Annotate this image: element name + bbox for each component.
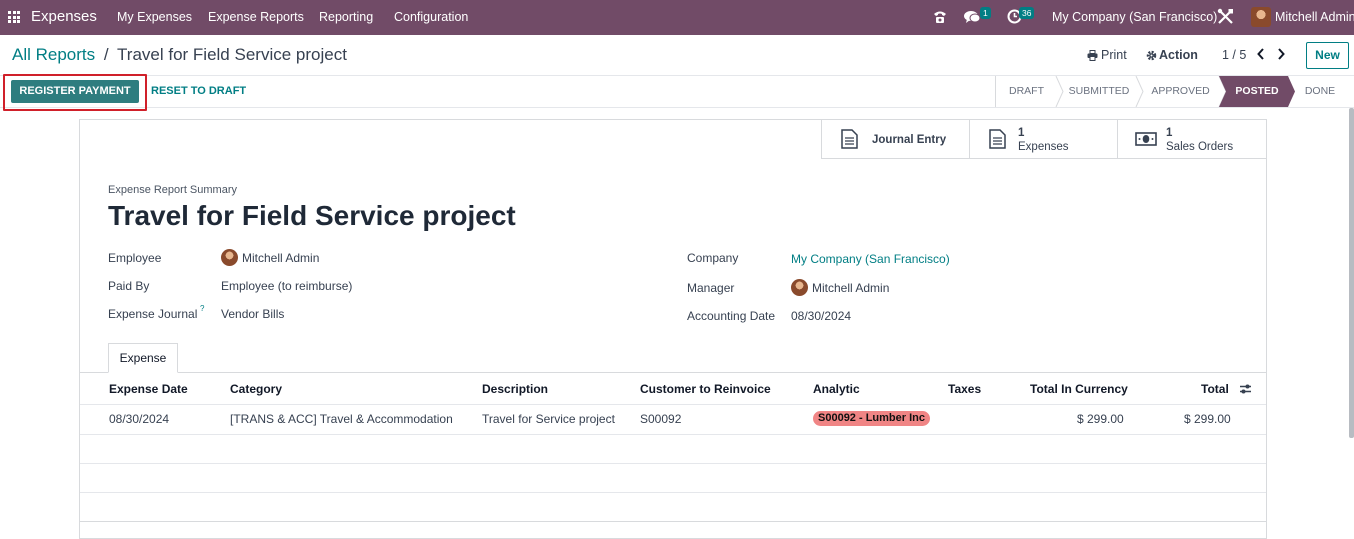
col-customer-to-reinvoice[interactable]: Customer to Reinvoice [640, 382, 771, 396]
journal-help-icon[interactable]: ? [200, 304, 204, 313]
manager-label: Manager [687, 281, 735, 295]
chevron-left-icon[interactable] [1256, 48, 1266, 60]
table-footer-divider [80, 521, 1266, 522]
report-title[interactable]: Travel for Field Service project [108, 200, 516, 232]
col-category[interactable]: Category [230, 382, 282, 396]
row-divider [80, 492, 1266, 493]
breadcrumb-current: Travel for Field Service project [117, 45, 347, 64]
money-icon [1135, 132, 1157, 146]
expense-document-icon [989, 129, 1006, 149]
cell-customer: S00092 [640, 412, 682, 426]
chevron-right-icon[interactable] [1276, 48, 1286, 60]
pager-value[interactable]: 1 / 5 [1222, 48, 1246, 62]
document-icon [841, 129, 858, 149]
sales-orders-smart-button[interactable]: 1 Sales Orders [1117, 120, 1266, 159]
tab-expense[interactable]: Expense [108, 343, 178, 373]
employee-label: Employee [108, 251, 162, 265]
activities-count-badge: 36 [1019, 7, 1035, 19]
stage-submitted[interactable]: SUBMITTED [1063, 76, 1135, 107]
company-label: Company [687, 251, 739, 265]
action-button[interactable]: Action [1159, 48, 1198, 62]
expenses-count: 1 [1018, 127, 1025, 139]
col-total[interactable]: Total [1201, 382, 1229, 396]
register-payment-button[interactable]: REGISTER PAYMENT [11, 80, 139, 103]
menu-my-expenses[interactable]: My Expenses [117, 10, 192, 24]
col-analytic[interactable]: Analytic [813, 382, 860, 396]
user-menu[interactable]: Mitchell Admin [1275, 10, 1354, 24]
top-navbar: Expenses My Expenses Expense Reports Rep… [0, 0, 1354, 35]
company-field[interactable]: My Company (San Francisco) [791, 252, 950, 266]
gear-icon [1146, 50, 1157, 61]
row-divider [80, 434, 1266, 435]
accounting-date-label: Accounting Date [687, 309, 776, 323]
breadcrumb: All Reports / Travel for Field Service p… [12, 45, 347, 65]
stage-posted[interactable]: POSTED [1226, 76, 1288, 107]
stage-approved[interactable]: APPROVED [1143, 76, 1218, 107]
employee-field[interactable]: Mitchell Admin [242, 251, 319, 265]
print-icon [1087, 50, 1098, 61]
accounting-date-field[interactable]: 08/30/2024 [791, 309, 851, 323]
journal-entry-smart-button[interactable]: Journal Entry [821, 120, 970, 159]
expenses-label: Expenses [1018, 141, 1069, 153]
breadcrumb-separator: / [103, 45, 109, 64]
new-button[interactable]: New [1306, 42, 1349, 69]
col-expense-date[interactable]: Expense Date [109, 382, 188, 396]
cell-total: $ 299.00 [1184, 412, 1231, 426]
stage-draft[interactable]: DRAFT [999, 76, 1054, 107]
debug-tools-icon[interactable] [1217, 8, 1234, 25]
app-name[interactable]: Expenses [31, 8, 97, 25]
apps-menu-icon[interactable] [8, 11, 20, 23]
col-total-in-currency[interactable]: Total In Currency [1030, 382, 1128, 396]
stage-done[interactable]: DONE [1295, 76, 1345, 107]
company-switcher[interactable]: My Company (San Francisco) [1052, 10, 1217, 24]
page-scrollbar[interactable] [1349, 108, 1354, 438]
menu-configuration[interactable]: Configuration [394, 10, 468, 24]
paid-by-label: Paid By [108, 279, 150, 293]
phone-icon[interactable] [932, 9, 948, 25]
header-divider [80, 404, 1266, 405]
paid-by-field[interactable]: Employee (to reimburse) [221, 279, 352, 293]
col-description[interactable]: Description [482, 382, 548, 396]
cell-category: [TRANS & ACC] Travel & Accommodation [230, 412, 453, 426]
print-button[interactable]: Print [1101, 48, 1127, 62]
expense-journal-label: Expense Journal [108, 307, 198, 321]
breadcrumb-all-reports[interactable]: All Reports [12, 45, 95, 64]
row-divider [80, 463, 1266, 464]
cell-total-in-currency: $ 299.00 [1077, 412, 1124, 426]
col-taxes[interactable]: Taxes [948, 382, 981, 396]
cell-description: Travel for Service project [482, 412, 615, 426]
chat-icon[interactable] [964, 10, 981, 25]
cell-expense-date: 08/30/2024 [109, 412, 170, 426]
employee-avatar [221, 249, 238, 266]
messages-count-badge: 1 [980, 7, 991, 19]
column-settings-icon[interactable] [1239, 383, 1252, 395]
tab-divider [80, 372, 1266, 373]
journal-entry-label: Journal Entry [872, 134, 947, 146]
user-avatar[interactable] [1251, 7, 1271, 27]
manager-field[interactable]: Mitchell Admin [812, 281, 889, 295]
menu-reporting[interactable]: Reporting [319, 10, 373, 24]
analytic-tag: S00092 - Lumber Inc [813, 411, 930, 426]
manager-avatar [791, 279, 808, 296]
summary-label: Expense Report Summary [108, 184, 237, 196]
expenses-smart-button[interactable]: 1 Expenses [969, 120, 1118, 159]
sales-orders-label: Sales Orders [1166, 141, 1234, 153]
form-sheet: Journal Entry 1 Expenses 1 Sales Orders … [79, 119, 1267, 539]
menu-expense-reports[interactable]: Expense Reports [208, 10, 304, 24]
sales-orders-count: 1 [1166, 127, 1173, 139]
reset-to-draft-button[interactable]: RESET TO DRAFT [151, 85, 246, 97]
expense-journal-field[interactable]: Vendor Bills [221, 307, 284, 321]
